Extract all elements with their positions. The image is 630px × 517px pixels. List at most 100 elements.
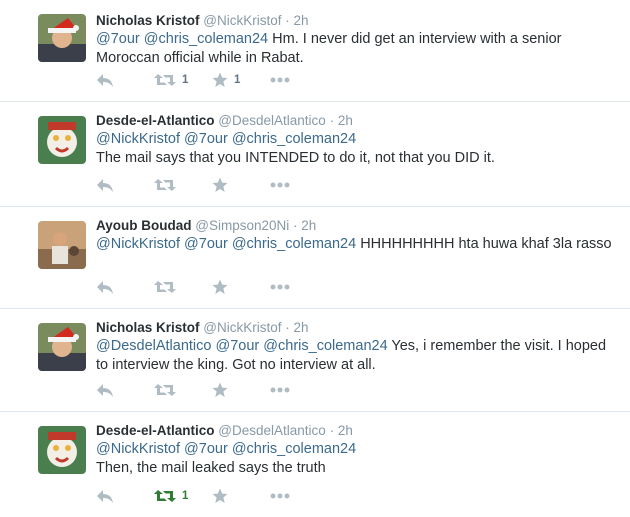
reply-icon [96,177,114,193]
avatar[interactable] [38,14,86,62]
mention-link[interactable]: @7our [184,441,228,457]
favorite-button[interactable] [212,279,270,295]
more-icon [270,493,290,499]
retweet-icon [154,280,176,294]
reply-button[interactable] [96,72,154,88]
favorite-button[interactable] [212,177,270,193]
more-icon [270,182,290,188]
tweet-actions [96,176,328,194]
avatar[interactable] [38,221,86,269]
more-icon [270,387,290,393]
timestamp[interactable]: 2h [338,423,353,438]
mention-link[interactable]: @chris_coleman24 [144,31,268,47]
timestamp[interactable]: 2h [294,13,309,28]
timestamp[interactable]: 2h [338,113,353,128]
mention-link[interactable]: @NickKristof [96,236,180,252]
tweet-actions: 1 1 [96,71,328,89]
mention-link[interactable]: @chris_coleman24 [232,441,356,457]
tweet-body: Then, the mail leaked says the truth [96,460,326,476]
mention-link[interactable]: @NickKristof [96,131,180,147]
tweet-body: HHHHHHHHH hta huwa khaf 3la rasso [356,236,612,252]
tweet-header: Nicholas Kristof @NickKristof · 2h [96,319,616,337]
reply-icon [96,488,114,504]
more-icon [270,77,290,83]
avatar[interactable] [38,116,86,164]
retweet-button[interactable]: 1 [154,489,212,503]
tweet[interactable]: Ayoub Boudad @Simpson20Ni · 2h @NickKris… [0,207,630,309]
retweet-button[interactable] [154,280,212,294]
favorite-count: 1 [234,74,241,86]
author-name[interactable]: Ayoub Boudad [96,218,192,233]
tweet-text: @DesdelAtlantico @7our @chris_coleman24 … [96,337,616,375]
more-button[interactable] [270,77,328,83]
retweet-icon [154,73,176,87]
author-handle[interactable]: @NickKristof [203,13,281,28]
author-handle[interactable]: @DesdelAtlantico [218,113,326,128]
mention-link[interactable]: @NickKristof [96,441,180,457]
mention-link[interactable]: @chris_coleman24 [232,131,356,147]
separator-dot: · [285,320,290,335]
favorite-button[interactable] [212,382,270,398]
more-button[interactable] [270,284,328,290]
reply-button[interactable] [96,488,154,504]
tweet-header: Desde-el-Atlantico @DesdelAtlantico · 2h [96,112,616,130]
tweet-header: Desde-el-Atlantico @DesdelAtlantico · 2h [96,422,616,440]
mention-link[interactable]: @chris_coleman24 [232,236,356,252]
retweet-icon [154,178,176,192]
favorite-button[interactable] [212,488,270,504]
tweet[interactable]: Desde-el-Atlantico @DesdelAtlantico · 2h… [0,102,630,207]
timestamp[interactable]: 2h [294,320,309,335]
avatar[interactable] [38,323,86,371]
mention-link[interactable]: @7our [184,236,228,252]
author-name[interactable]: Desde-el-Atlantico [96,113,215,128]
star-icon [212,177,228,193]
mention-link[interactable]: @7our [96,31,140,47]
mention-link[interactable]: @DesdelAtlantico [96,338,211,354]
author-handle[interactable]: @NickKristof [203,320,281,335]
reply-button[interactable] [96,382,154,398]
tweet[interactable]: Nicholas Kristof @NickKristof · 2h @7our… [0,0,630,102]
author-handle[interactable]: @DesdelAtlantico [218,423,326,438]
retweet-icon [154,489,176,503]
avatar[interactable] [38,426,86,474]
tweet[interactable]: Nicholas Kristof @NickKristof · 2h @Desd… [0,309,630,412]
mention-link[interactable]: @7our [184,131,228,147]
separator-dot: · [293,218,298,233]
star-icon [212,72,228,88]
retweet-count: 1 [182,74,189,86]
tweet-text: @NickKristof @7our @chris_coleman24 HHHH… [96,235,616,254]
separator-dot: · [285,13,290,28]
retweet-button[interactable] [154,383,212,397]
more-button[interactable] [270,493,328,499]
favorite-button[interactable]: 1 [212,72,270,88]
mention-link[interactable]: @7our [216,338,260,354]
reply-icon [96,72,114,88]
reply-icon [96,279,114,295]
tweet[interactable]: Desde-el-Atlantico @DesdelAtlantico · 2h… [0,412,630,517]
more-button[interactable] [270,182,328,188]
separator-dot: · [329,113,335,128]
tweet-header: Nicholas Kristof @NickKristof · 2h [96,12,616,30]
retweet-button[interactable]: 1 [154,73,212,87]
reply-button[interactable] [96,279,154,295]
retweet-button[interactable] [154,178,212,192]
author-name[interactable]: Desde-el-Atlantico [96,423,215,438]
retweet-count: 1 [182,490,189,502]
star-icon [212,382,228,398]
more-button[interactable] [270,387,328,393]
author-name[interactable]: Nicholas Kristof [96,13,200,28]
author-handle[interactable]: @Simpson20Ni [195,218,289,233]
reply-button[interactable] [96,177,154,193]
author-name[interactable]: Nicholas Kristof [96,320,200,335]
more-icon [270,284,290,290]
tweet-actions: 1 [96,487,328,505]
star-icon [212,488,228,504]
tweet-text: @NickKristof @7our @chris_coleman24 Then,… [96,440,616,478]
timestamp[interactable]: 2h [301,218,316,233]
tweet-actions [96,381,328,399]
tweet-text: @7our @chris_coleman24 Hm. I never did g… [96,30,616,68]
star-icon [212,279,228,295]
separator-dot: · [329,423,335,438]
reply-icon [96,382,114,398]
mention-link[interactable]: @chris_coleman24 [263,338,387,354]
